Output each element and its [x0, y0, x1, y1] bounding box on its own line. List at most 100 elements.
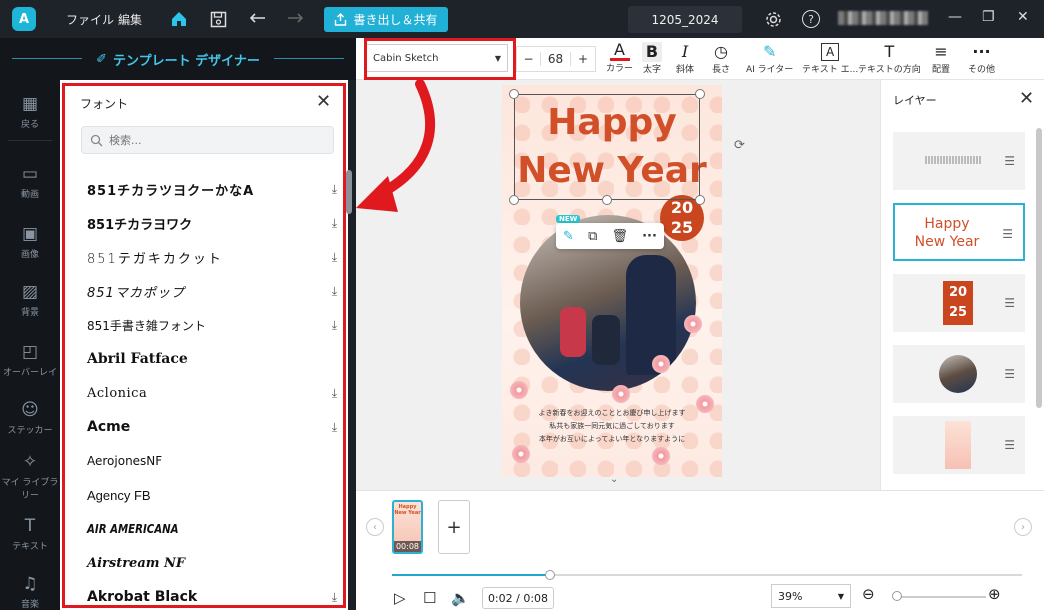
export-share-button[interactable]: 書き出し＆共有 [324, 7, 448, 32]
zoom-out-icon[interactable]: ⊖ [862, 585, 875, 603]
download-icon[interactable]: ⤓ [332, 216, 337, 231]
more-tool[interactable]: ··· その他 [968, 42, 995, 75]
sidebar-item-library[interactable]: ✧ マイ ライブラリー [0, 452, 60, 501]
drag-handle-icon[interactable]: ☰ [1002, 227, 1013, 241]
menu-edit[interactable]: 編集 [118, 11, 142, 28]
scene-thumbnail[interactable]: Happy New Year 00:08 [392, 500, 423, 554]
font-list-item[interactable]: Aclonica ⤓ [87, 376, 337, 410]
drag-handle-icon[interactable]: ☰ [1004, 296, 1015, 310]
font-list-item[interactable]: AerojonesNF [87, 444, 337, 478]
font-size-increase-button[interactable]: + [571, 52, 595, 66]
sidebar-item-music[interactable]: ♫ 音楽 [0, 574, 60, 610]
download-icon[interactable]: ⤓ [332, 386, 337, 401]
resize-handle[interactable] [509, 195, 519, 205]
color-tool[interactable]: A カラー [606, 42, 633, 75]
layer-item-headline[interactable]: Happy New Year ☰ [893, 203, 1025, 261]
help-icon[interactable]: ? [802, 10, 820, 28]
font-list-item[interactable]: Akrobat Black ⤓ [87, 580, 337, 610]
resize-handle[interactable] [695, 195, 705, 205]
account-avatar[interactable] [838, 11, 928, 25]
download-icon[interactable]: ⤓ [332, 590, 337, 605]
resize-handle[interactable] [602, 195, 612, 205]
bold-tool[interactable]: B 太字 [642, 42, 662, 75]
align-tool[interactable]: ≡ 配置 [932, 42, 950, 75]
trash-icon[interactable]: 🗑 [611, 229, 628, 244]
font-list-item[interactable]: 851テガキカクット ⤓ [87, 240, 337, 274]
sidebar-item-text[interactable]: T テキスト [0, 516, 60, 552]
font-list-item[interactable]: 851手書き雑フォント ⤓ [87, 308, 337, 342]
font-list-item[interactable]: 851チカラヨワク ⤓ [87, 206, 337, 240]
download-icon[interactable]: ⤓ [332, 284, 337, 299]
layer-item-year[interactable]: 20 25 ☰ [893, 274, 1025, 332]
download-icon[interactable]: ⤓ [332, 420, 337, 435]
resize-handle[interactable] [695, 89, 705, 99]
close-icon[interactable]: ✕ [316, 91, 331, 112]
project-name[interactable]: 1205_2024 [628, 6, 742, 33]
greeting-message[interactable]: よき新春をお迎えのこととお慶び申し上げます 私共も家族一同元気に過ごしております… [502, 407, 722, 446]
download-icon[interactable]: ⤓ [332, 250, 337, 265]
play-icon[interactable]: ▷ [394, 589, 406, 607]
text-direction-tool[interactable]: T テキストの方向 [858, 42, 921, 75]
font-panel-scrollbar[interactable] [346, 170, 352, 214]
drag-handle-icon[interactable]: ☰ [1004, 367, 1015, 381]
font-list-item[interactable]: Agency FB [87, 478, 337, 512]
sidebar-item-background[interactable]: ▨ 背景 [0, 282, 60, 318]
download-icon[interactable]: ⤓ [332, 318, 337, 333]
font-list-item[interactable]: Abril Fatface [87, 342, 337, 376]
resize-handle[interactable] [509, 89, 519, 99]
sidebar-item-back[interactable]: ▦ 戻る [0, 94, 60, 130]
timeline-prev-button[interactable]: ‹ [366, 518, 384, 536]
undo-icon[interactable] [247, 8, 269, 30]
add-scene-button[interactable]: + [438, 500, 470, 554]
minimize-icon[interactable]: — [948, 9, 962, 25]
stop-icon[interactable]: ☐ [423, 589, 436, 607]
chevron-down-icon[interactable]: ⌄ [610, 474, 618, 485]
redo-icon[interactable] [284, 8, 306, 30]
restore-icon[interactable]: ❐ [982, 9, 995, 25]
drag-handle-icon[interactable]: ☰ [1004, 154, 1015, 168]
zoom-select[interactable]: 39% ▼ [771, 584, 851, 608]
layer-item-message[interactable]: ☰ [893, 132, 1025, 190]
zoom-in-icon[interactable]: ⊕ [988, 585, 1001, 603]
timeline-next-button[interactable]: › [1014, 518, 1032, 536]
font-list-item[interactable]: 851マカポップ ⤓ [87, 274, 337, 308]
layers-scrollbar[interactable] [1036, 128, 1042, 408]
volume-icon[interactable]: 🔈 [451, 589, 470, 607]
font-search-input[interactable] [109, 133, 309, 147]
layer-item-background[interactable]: ☰ [893, 416, 1025, 474]
font-size-decrease-button[interactable]: − [517, 52, 541, 66]
save-icon[interactable] [207, 8, 229, 30]
playback-progress[interactable] [392, 570, 1022, 580]
duration-tool[interactable]: ◷ 長さ [712, 42, 730, 75]
font-list-item[interactable]: AIR AMERICANA [87, 512, 337, 546]
font-size-value[interactable]: 68 [541, 52, 571, 66]
more-icon[interactable]: ··· [642, 229, 657, 244]
duplicate-icon[interactable]: ⧉ [588, 229, 597, 244]
sidebar-item-image[interactable]: ▣ 画像 [0, 224, 60, 260]
close-window-icon[interactable]: ✕ [1017, 9, 1029, 25]
headline-text[interactable]: Happy New Year [502, 99, 722, 195]
menu-file[interactable]: ファイル [66, 11, 114, 28]
font-list-item[interactable]: Airstream NF [87, 546, 337, 580]
font-list-item[interactable]: 851チカラツヨクーかなA ⤓ [87, 172, 337, 206]
close-icon[interactable]: ✕ [1019, 88, 1034, 109]
font-search-box[interactable] [81, 126, 334, 154]
sidebar-item-sticker[interactable]: ☺ ステッカー [0, 400, 60, 436]
font-list-item[interactable]: Acme ⤓ [87, 410, 337, 444]
drag-handle-icon[interactable]: ☰ [1004, 438, 1015, 452]
zoom-slider[interactable] [896, 596, 986, 598]
greeting-card[interactable]: Happy New Year 20 25 よき新春をお迎えのこととお慶び申し上げ… [502, 85, 722, 477]
ai-writer-tool[interactable]: ✎ AI ライター [746, 42, 793, 75]
text-effect-tool[interactable]: A テキスト エ... [802, 42, 858, 75]
magic-wand-icon[interactable]: ✎ [563, 229, 574, 244]
layer-item-photo[interactable]: ☰ [893, 345, 1025, 403]
download-icon[interactable]: ⤓ [332, 182, 337, 197]
sidebar-item-video[interactable]: ▭ 動画 [0, 164, 60, 200]
italic-tool[interactable]: I 斜体 [676, 42, 694, 75]
playback-scrubber[interactable] [544, 570, 555, 580]
gear-icon[interactable] [762, 8, 784, 30]
font-family-select[interactable]: Cabin Sketch ▼ [366, 44, 508, 72]
font-size-stepper[interactable]: − 68 + [516, 46, 596, 72]
home-icon[interactable] [168, 8, 190, 30]
sidebar-item-overlay[interactable]: ◰ オーバーレイ [0, 342, 60, 378]
